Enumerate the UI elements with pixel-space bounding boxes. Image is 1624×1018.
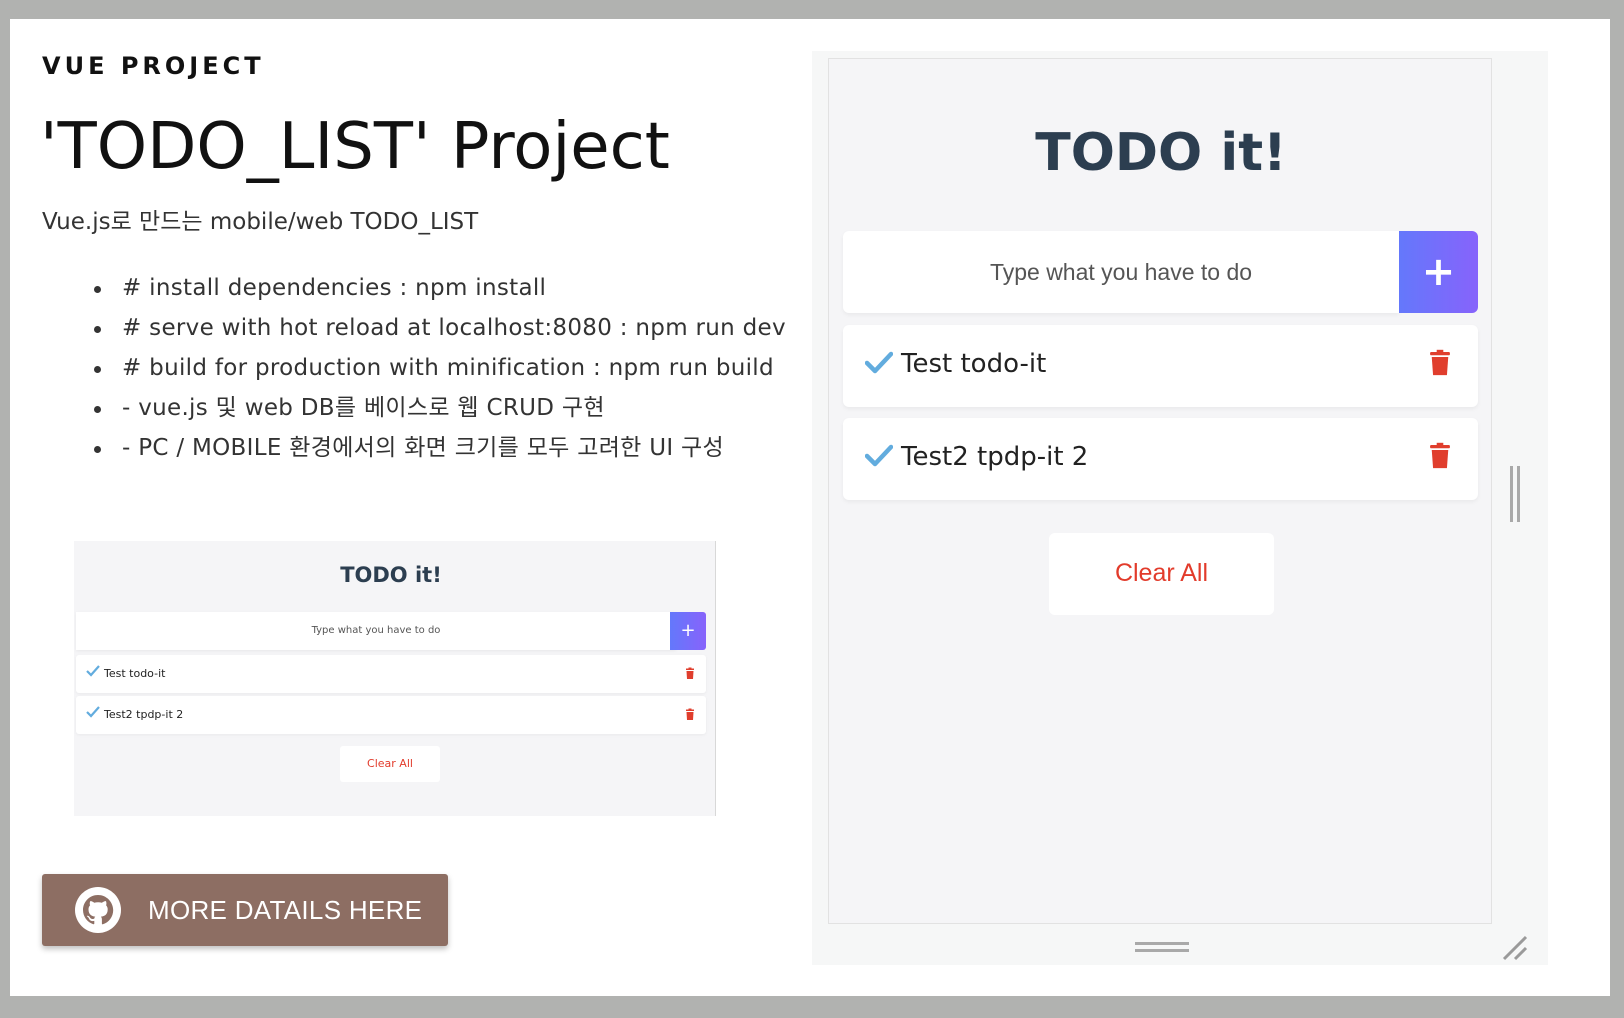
add-todo-button[interactable]: +	[1399, 231, 1478, 313]
trash-icon	[686, 667, 694, 679]
clear-all-button[interactable]: Clear All	[1049, 533, 1274, 615]
more-details-label: MORE DATAILS HERE	[148, 894, 423, 925]
thumbnail-add-button: +	[670, 612, 706, 650]
thumbnail-todo-item: Test2 tpdp-it 2	[76, 696, 706, 734]
todo-text: Test todo-it	[901, 349, 1047, 379]
github-icon	[75, 887, 121, 933]
todo-text: Test2 tpdp-it 2	[901, 442, 1089, 472]
resize-handle-vertical-icon[interactable]	[1509, 466, 1521, 522]
todo-app: TODO it! + Test todo-it Test2 tpdp-it 2 …	[828, 58, 1492, 924]
list-item: # serve with hot reload at localhost:808…	[92, 308, 786, 348]
app-title: TODO it!	[1035, 123, 1287, 183]
todo-input[interactable]	[843, 231, 1399, 313]
trash-icon[interactable]	[1429, 442, 1451, 470]
check-icon[interactable]	[865, 351, 893, 375]
list-item: # install dependencies : npm install	[92, 268, 786, 308]
app-screenshot-thumbnail: TODO it! Type what you have to do + Test…	[74, 541, 716, 816]
todo-item: Test todo-it	[843, 325, 1478, 407]
thumbnail-todo-text: Test2 tpdp-it 2	[104, 708, 184, 721]
thumbnail-clear-button: Clear All	[340, 746, 440, 782]
feature-list: # install dependencies : npm install # s…	[92, 268, 786, 468]
list-item: - PC / MOBILE 환경에서의 화면 크기를 모두 고려한 UI 구성	[92, 428, 786, 468]
todo-item: Test2 tpdp-it 2	[843, 418, 1478, 500]
list-item: - vue.js 및 web DB를 베이스로 웹 CRUD 구현	[92, 388, 786, 428]
resize-corner-icon[interactable]	[1500, 933, 1528, 961]
page-subtitle: Vue.js로 만드는 mobile/web TODO_LIST	[42, 209, 479, 235]
trash-icon[interactable]	[1429, 349, 1451, 377]
resize-handle-horizontal-icon[interactable]	[1135, 940, 1189, 954]
thumbnail-todo-text: Test todo-it	[104, 667, 166, 680]
section-eyebrow: VUE PROJECT	[42, 52, 265, 80]
thumbnail-title: TODO it!	[340, 563, 442, 587]
check-icon[interactable]	[865, 444, 893, 468]
thumbnail-input: Type what you have to do	[76, 612, 676, 650]
list-item: # build for production with minification…	[92, 348, 786, 388]
todo-input-wrapper	[843, 231, 1399, 313]
trash-icon	[686, 708, 694, 720]
thumbnail-todo-item: Test todo-it	[76, 655, 706, 693]
more-details-button[interactable]: MORE DATAILS HERE	[42, 874, 448, 946]
check-icon	[86, 665, 100, 677]
page-title: 'TODO_LIST' Project	[40, 110, 670, 184]
check-icon	[86, 706, 100, 718]
plus-icon: +	[1421, 249, 1456, 295]
